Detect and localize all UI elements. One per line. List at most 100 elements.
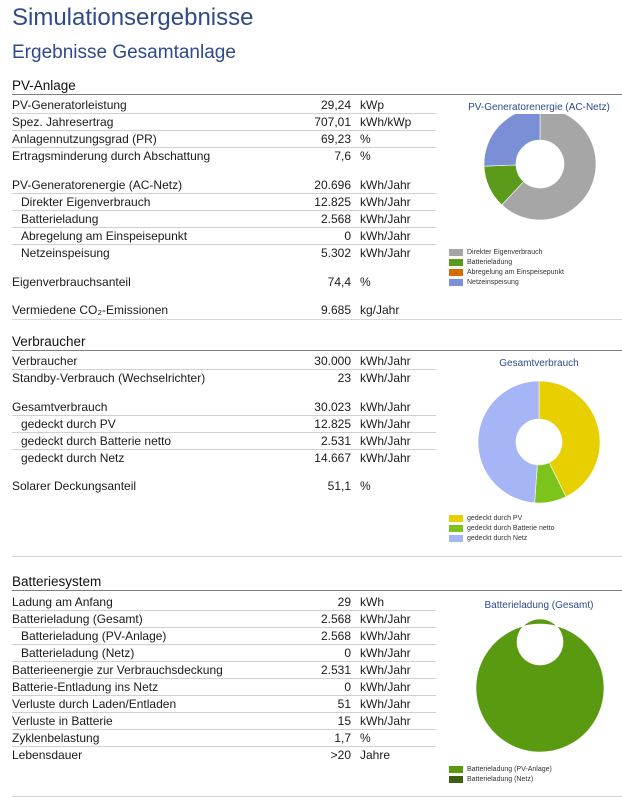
row-unit: kg/Jahr	[360, 303, 400, 317]
pv-donut-chart	[483, 114, 597, 221]
table-row: Direkter Eigenverbrauch 12.825 kWh/Jahr	[12, 194, 436, 211]
row-unit: kWh/Jahr	[360, 697, 411, 711]
legend-label: Direkter Eigenverbrauch	[467, 249, 543, 256]
table-row: Abregelung am Einspeisepunkt 0 kWh/Jahr	[12, 228, 436, 245]
section-divider	[12, 350, 622, 351]
row-unit: kWh/Jahr	[360, 663, 411, 677]
legend-label: Batterieladung	[467, 259, 513, 266]
row-label: Anlagennutzungsgrad (PR)	[12, 132, 157, 146]
legend-entry: gedeckt durch PV	[449, 514, 555, 524]
row-unit: Jahre	[360, 748, 391, 762]
row-label: Batterieladung (PV-Anlage)	[21, 629, 167, 643]
table-row: gedeckt durch PV 12.825 kWh/Jahr	[12, 416, 436, 433]
row-unit: kWh/Jahr	[360, 400, 411, 414]
row-label: Batterieladung	[21, 212, 99, 226]
legend-swatch	[449, 775, 463, 783]
donut-slice-gedeckt-durch-netz	[477, 380, 540, 504]
row-value: 2.531	[320, 663, 351, 677]
table-row: Verbraucher 30.000 kWh/Jahr	[12, 353, 436, 370]
row-value: 15	[337, 714, 351, 728]
chart-title-pv: PV-Generatorenergie (AC-Netz)	[468, 102, 610, 113]
verbraucher-donut-chart	[477, 380, 601, 504]
row-label: Vermiedene CO₂-Emissionen	[12, 303, 169, 317]
section-heading-batterie: Batteriesystem	[12, 574, 102, 589]
row-value: 23	[337, 371, 351, 385]
legend-label: Batterieladung (Netz)	[467, 776, 534, 783]
table-row: Ladung am Anfang 29 kWh	[12, 594, 436, 611]
row-label: PV-Generatorenergie (AC-Netz)	[12, 178, 183, 192]
row-label: Solarer Deckungsanteil	[12, 479, 137, 493]
table-row: Standby-Verbrauch (Wechselrichter) 23 kWh/…	[12, 370, 436, 386]
section-heading-verbraucher: Verbraucher	[12, 334, 86, 349]
legend-swatch	[449, 534, 463, 542]
row-value: 20.696	[314, 178, 351, 192]
row-value: 2.568	[320, 612, 351, 626]
table-row: Spez. Jahresertrag 707,01 kWh/kWp	[12, 114, 436, 131]
row-unit: kWp	[360, 98, 384, 112]
table-row: Netzeinspeisung 5.302 kWh/Jahr	[12, 245, 436, 261]
row-label: PV-Generatorleistung	[12, 98, 127, 112]
legend-label: Abregelung am Einspeisepunkt	[467, 269, 564, 276]
row-unit: kWh	[360, 595, 384, 609]
row-label: gedeckt durch Netz	[21, 451, 125, 465]
table-row: Verluste durch Laden/Entladen 51 kWh/Jahr	[12, 696, 436, 713]
batterie-donut-chart	[475, 618, 605, 753]
row-value: 0	[344, 646, 351, 660]
chart-title-verbraucher: Gesamtverbrauch	[499, 358, 579, 369]
row-label: Standby-Verbrauch (Wechselrichter)	[12, 371, 206, 385]
row-value: 69,23	[320, 132, 351, 146]
row-value: 2.568	[320, 629, 351, 643]
donut-slice-netzeinspeisung	[483, 114, 541, 167]
row-unit: kWh/Jahr	[360, 646, 411, 660]
row-label: Zyklenbelastung	[12, 731, 100, 745]
table-row: gedeckt durch Batterie netto 2.531 kWh/Jah…	[12, 433, 436, 450]
row-unit: %	[360, 731, 371, 745]
row-label: Spez. Jahresertrag	[12, 115, 114, 129]
row-label: gedeckt durch Batterie netto	[21, 434, 172, 448]
row-value: 29,24	[320, 98, 351, 112]
row-value: 51	[337, 697, 351, 711]
page-subtitle: Ergebnisse Gesamtanlage	[12, 42, 236, 63]
row-label: Batterieladung (Gesamt)	[12, 612, 143, 626]
row-value: 0	[344, 680, 351, 694]
row-label: gedeckt durch PV	[21, 417, 116, 431]
row-label: Verbraucher	[12, 354, 78, 368]
legend-entry: Abregelung am Einspeisepunkt	[449, 268, 564, 278]
table-row: Lebensdauer >20 Jahre	[12, 747, 436, 763]
row-label: Lebensdauer	[12, 748, 83, 762]
legend-entry: Netzeinspeisung	[449, 278, 564, 288]
legend-entry: Batterieladung (Netz)	[449, 775, 552, 785]
table-row: Batterie-Entladung ins Netz 0 kWh/Jahr	[12, 679, 436, 696]
table-row: Solarer Deckungsanteil 51,1%	[12, 478, 436, 494]
table-row: Zyklenbelastung 1,7%	[12, 730, 436, 747]
row-value: 74,4	[327, 275, 351, 289]
table-row: Batterieladung 2.568 kWh/Jahr	[12, 211, 436, 228]
row-unit: kWh/Jahr	[360, 229, 411, 243]
section-end-divider	[12, 556, 622, 557]
batterie-chart-legend: Batterieladung (PV-Anlage) Batterieladung…	[449, 765, 552, 785]
legend-entry: Direkter Eigenverbrauch	[449, 248, 564, 258]
row-unit: %	[360, 479, 371, 493]
table-row: Batterieladung (Gesamt) 2.568 kWh/Jahr	[12, 611, 436, 628]
row-unit: kWh/Jahr	[360, 354, 411, 368]
row-value: >20	[330, 748, 351, 762]
donut-slice-batterieladung-pv-anlage-	[475, 618, 605, 753]
row-value: 7,6	[334, 149, 351, 163]
row-value: 30.023	[314, 400, 351, 414]
row-unit: kWh/Jahr	[360, 246, 411, 260]
row-value: 0	[344, 229, 351, 243]
table-row: Verluste in Batterie 15 kWh/Jahr	[12, 713, 436, 730]
row-value: 707,01	[314, 115, 351, 129]
row-unit: kWh/Jahr	[360, 371, 411, 385]
table-row: PV-Generatorleistung 29,24 kWp	[12, 97, 436, 114]
row-value: 29	[337, 595, 351, 609]
row-unit: %	[360, 149, 371, 163]
row-label: Netzeinspeisung	[21, 246, 110, 260]
row-unit: kWh/Jahr	[360, 178, 411, 192]
legend-entry: Batterieladung (PV-Anlage)	[449, 765, 552, 775]
row-label: Abregelung am Einspeisepunkt	[21, 229, 188, 243]
table-row: Batterieladung (Netz) 0 kWh/Jahr	[12, 645, 436, 662]
pv-chart-legend: Direkter Eigenverbrauch Batterieladung Abr…	[449, 248, 564, 288]
row-value: 51,1	[327, 479, 351, 493]
row-label: Verluste in Batterie	[12, 714, 113, 728]
